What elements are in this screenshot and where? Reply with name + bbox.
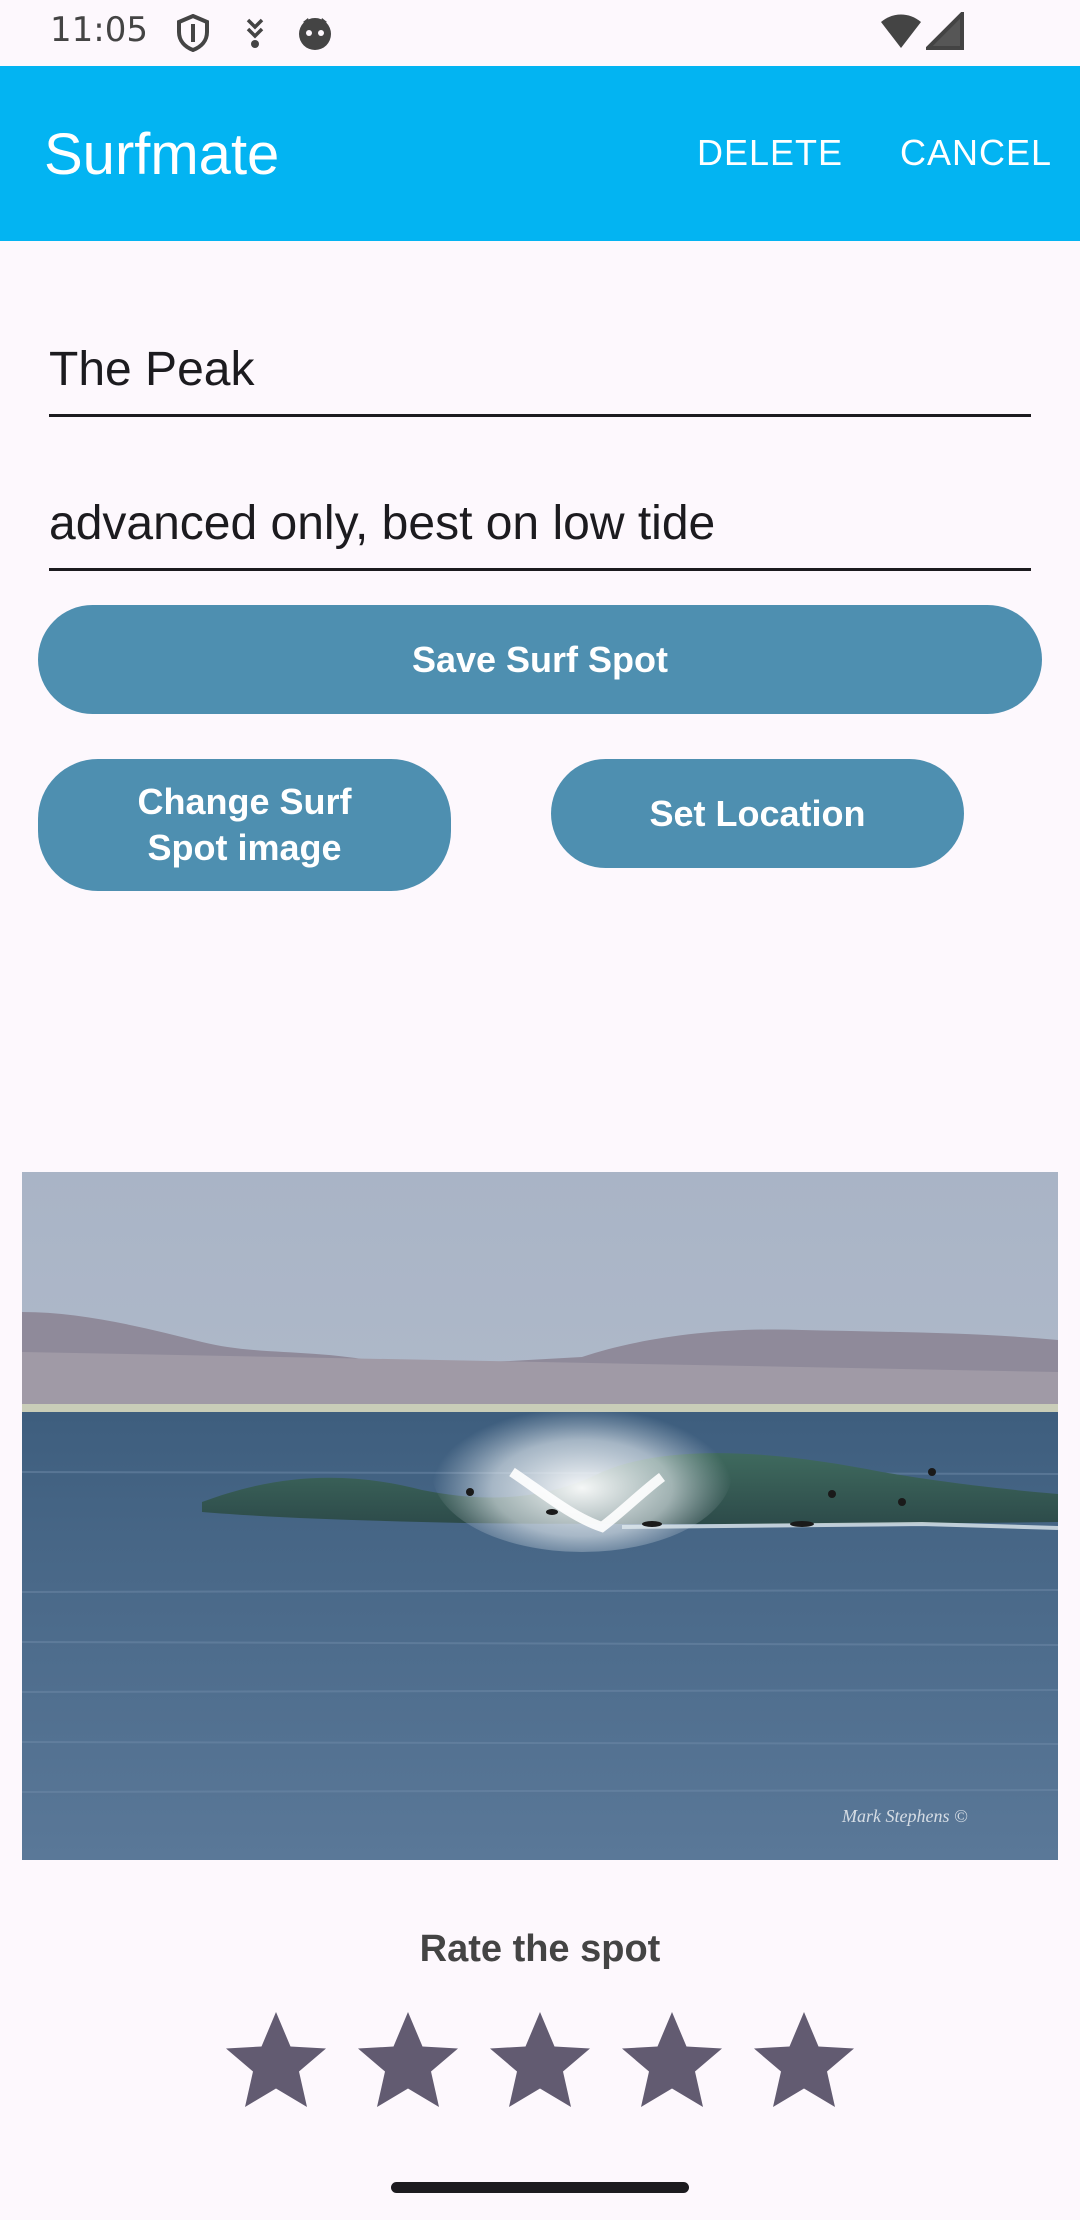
home-indicator[interactable] bbox=[391, 2182, 689, 2193]
spot-name-field[interactable]: The Peak bbox=[49, 340, 1031, 417]
status-bar: 11:05 bbox=[0, 0, 1080, 66]
star-4-icon[interactable] bbox=[612, 2002, 732, 2122]
surf-wave-illustration: Mark Stephens © bbox=[22, 1172, 1058, 1860]
delete-button[interactable]: DELETE bbox=[697, 132, 843, 174]
status-time: 11:05 bbox=[50, 10, 148, 50]
save-surf-spot-label: Save Surf Spot bbox=[411, 638, 669, 680]
cancel-button[interactable]: CANCEL bbox=[900, 132, 1052, 174]
star-3-icon[interactable] bbox=[480, 2002, 600, 2122]
save-surf-spot-button[interactable]: Save Surf Spot bbox=[38, 605, 1042, 714]
change-image-label: Change Surf Spot image bbox=[137, 781, 352, 868]
signal-icon bbox=[926, 12, 964, 50]
cat-icon bbox=[299, 18, 331, 50]
shield-icon bbox=[177, 14, 209, 52]
set-location-button[interactable]: Set Location bbox=[551, 759, 964, 868]
change-image-button[interactable]: Change Surf Spot image bbox=[38, 759, 451, 891]
app-bar: Surfmate DELETE CANCEL bbox=[0, 66, 1080, 241]
star-rating[interactable] bbox=[216, 2002, 866, 2122]
star-1-icon[interactable] bbox=[216, 2002, 336, 2122]
surf-spot-photo: Mark Stephens © bbox=[22, 1172, 1058, 1860]
photo-watermark: Mark Stephens © bbox=[841, 1806, 968, 1826]
rate-label: Rate the spot bbox=[419, 1928, 661, 1970]
download-icon bbox=[246, 18, 264, 48]
star-2-icon[interactable] bbox=[348, 2002, 468, 2122]
set-location-label: Set Location bbox=[649, 792, 866, 834]
wifi-icon bbox=[881, 14, 921, 48]
app-title: Surfmate bbox=[44, 122, 280, 187]
star-5-icon[interactable] bbox=[744, 2002, 864, 2122]
spot-description-field[interactable]: advanced only, best on low tide bbox=[49, 494, 1031, 571]
